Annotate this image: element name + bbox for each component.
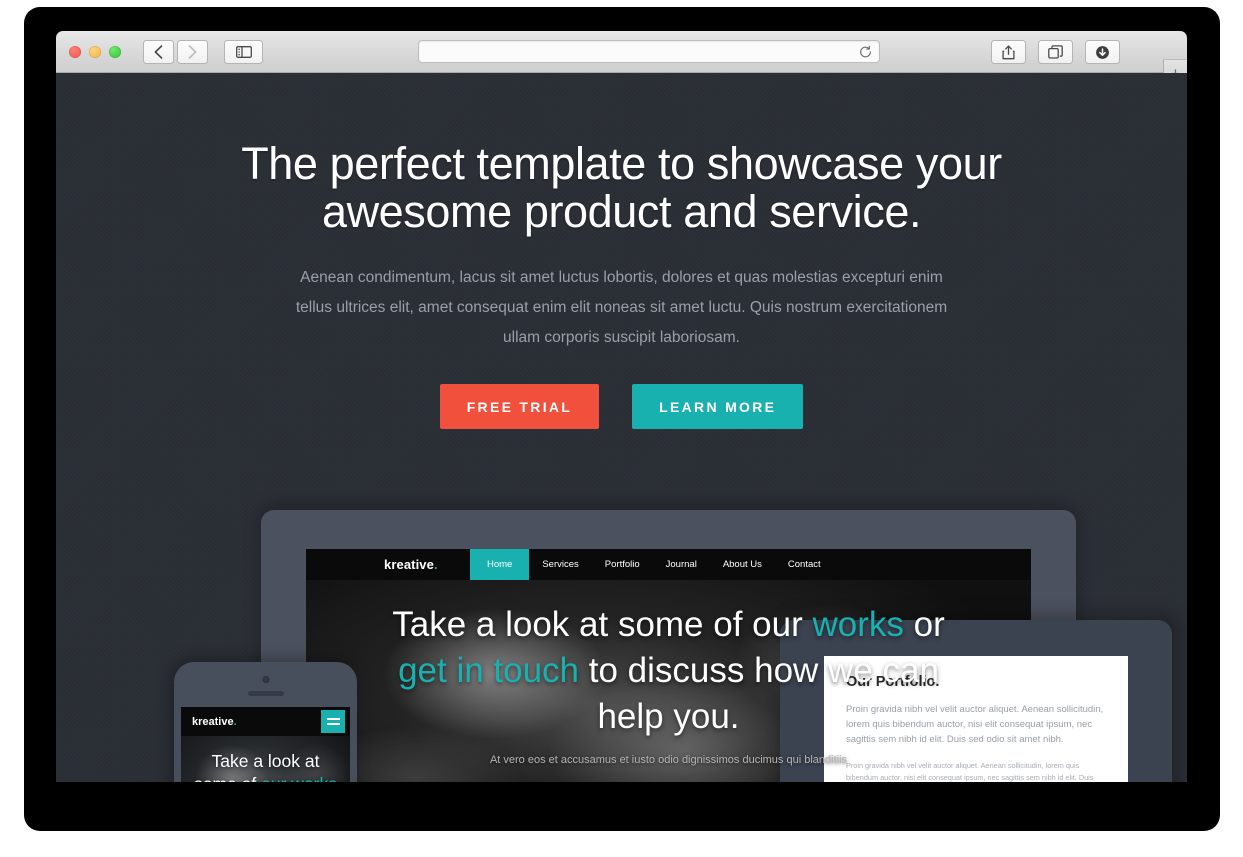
back-button[interactable] bbox=[143, 39, 174, 64]
reload-icon[interactable] bbox=[859, 45, 872, 58]
phone-hero-heading: Take a look at some of our works or get … bbox=[181, 736, 350, 782]
laptop-hero-part2: to discuss how we can help you. bbox=[588, 651, 939, 736]
laptop-hero-subtitle: At vero eos et accusamus et iusto odio d… bbox=[489, 754, 848, 766]
phone-camera bbox=[262, 676, 269, 683]
laptop-nav-portfolio[interactable]: Portfolio bbox=[592, 549, 653, 580]
laptop-hero-mid: or bbox=[913, 605, 945, 644]
phone-screen: kreative. Take a look at some of our wor… bbox=[181, 707, 350, 782]
close-window-button[interactable] bbox=[69, 45, 81, 58]
downloads-button[interactable] bbox=[1085, 40, 1120, 64]
laptop-site-logo[interactable]: kreative. bbox=[384, 557, 438, 572]
laptop-nav-home[interactable]: Home bbox=[470, 549, 530, 580]
hero-cta-group: FREE TRIAL LEARN MORE bbox=[56, 384, 1187, 429]
minimize-window-button[interactable] bbox=[89, 45, 101, 58]
show-all-tabs-button[interactable] bbox=[1038, 40, 1073, 64]
phone-hero-highlight-works: our works bbox=[261, 774, 337, 782]
laptop-logo-text: kreative bbox=[384, 557, 434, 572]
laptop-nav-contact[interactable]: Contact bbox=[775, 549, 834, 580]
show-sidebar-button[interactable] bbox=[224, 39, 263, 64]
sidebar-icon bbox=[235, 45, 252, 58]
phone-site-navbar: kreative. bbox=[181, 707, 350, 736]
laptop-nav-items: Home Services Portfolio Journal About Us… bbox=[470, 549, 834, 580]
hero-section: The perfect template to showcase your aw… bbox=[56, 73, 1187, 429]
laptop-nav-services[interactable]: Services bbox=[529, 549, 591, 580]
hamburger-bar-bottom bbox=[326, 723, 340, 725]
phone-mockup: kreative. Take a look at some of our wor… bbox=[174, 662, 357, 782]
forward-button[interactable] bbox=[177, 39, 208, 64]
reload-glyph bbox=[860, 45, 871, 57]
chevron-left-icon bbox=[154, 44, 163, 59]
tabs-icon bbox=[1048, 45, 1063, 59]
phone-logo-dot: . bbox=[233, 715, 237, 728]
address-bar-container bbox=[418, 40, 880, 63]
laptop-hero-highlight-works: works bbox=[812, 605, 904, 644]
laptop-site-navbar: kreative. Home Services Portfolio Journa… bbox=[306, 549, 1031, 580]
device-mockups-group: kreative. Home Services Portfolio Journa… bbox=[56, 510, 1187, 782]
download-icon bbox=[1096, 45, 1109, 59]
laptop-hero-heading: Take a look at some of our works or get … bbox=[389, 580, 949, 740]
url-field[interactable] bbox=[418, 40, 880, 63]
phone-hero-banner: Take a look at some of our works or get … bbox=[181, 736, 350, 782]
phone-speaker bbox=[247, 691, 284, 696]
toolbar-right-buttons bbox=[991, 40, 1120, 64]
page-viewport: The perfect template to showcase your aw… bbox=[56, 73, 1187, 782]
zoom-window-button[interactable] bbox=[109, 45, 121, 58]
browser-window: + The perfect template to showcase your … bbox=[56, 31, 1187, 782]
share-icon bbox=[1002, 44, 1015, 59]
laptop-hero-highlight-touch: get in touch bbox=[398, 651, 580, 690]
hamburger-bar-top bbox=[326, 718, 340, 720]
hero-subtitle: Aenean condimentum, lacus sit amet luctu… bbox=[295, 269, 948, 346]
phone-site-logo[interactable]: kreative. bbox=[192, 716, 237, 728]
browser-toolbar: + bbox=[56, 31, 1187, 87]
free-trial-button[interactable]: FREE TRIAL bbox=[439, 384, 600, 429]
chevron-right-icon bbox=[188, 44, 197, 59]
laptop-nav-journal[interactable]: Journal bbox=[653, 549, 710, 580]
scene: + The perfect template to showcase your … bbox=[0, 0, 1243, 857]
phone-logo-text: kreative bbox=[192, 715, 234, 728]
laptop-logo-dot: . bbox=[433, 557, 438, 572]
share-button[interactable] bbox=[991, 40, 1026, 64]
hamburger-menu-icon[interactable] bbox=[321, 710, 345, 733]
laptop-nav-about-us[interactable]: About Us bbox=[710, 549, 775, 580]
navigation-buttons bbox=[143, 39, 208, 64]
window-controls bbox=[69, 45, 121, 58]
laptop-hero-part1: Take a look at some of our bbox=[392, 605, 803, 644]
hero-title: The perfect template to showcase your aw… bbox=[241, 138, 1002, 237]
learn-more-button[interactable]: LEARN MORE bbox=[632, 384, 804, 429]
